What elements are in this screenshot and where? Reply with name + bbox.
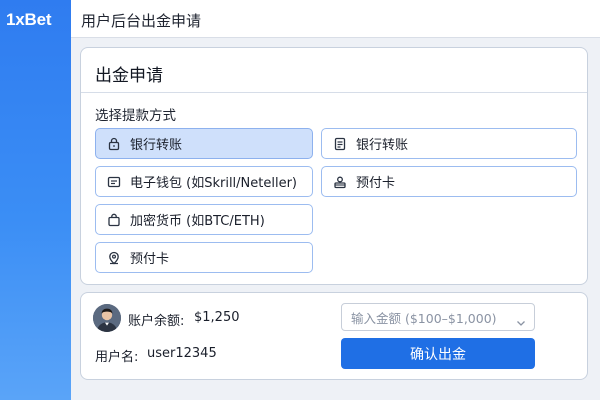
avatar [93,304,121,332]
option-label: 银行转账 [130,138,183,153]
brand-logo[interactable]: 1xBet [6,10,52,30]
card-stack-icon [333,175,347,189]
username-label: 用户名: [95,350,139,365]
balance-value: $1,250 [194,310,240,325]
receipt-icon [333,137,347,151]
method-option-bank-transfer-1[interactable]: 银行转账 [95,128,313,159]
username-value: user12345 [147,346,217,361]
confirm-withdraw-button[interactable]: 确认出金 [341,338,535,369]
method-option-bank-transfer-2[interactable]: 银行转账 [321,128,577,159]
method-option-ewallet[interactable]: 电子钱包 (如Skrill/Neteller) [95,166,313,197]
divider [81,92,587,93]
page-title: 用户后台出金申请 [81,12,202,30]
account-card: 账户余额: $1,250 用户名: user12345 输入金额 ($100–$… [80,292,588,380]
withdraw-card: 出金申请 选择提款方式 银行转账 银行转账 电子钱包 (如Skrill/Nete… [80,47,588,285]
option-label: 银行转账 [356,138,409,153]
lock-icon [107,137,121,151]
amount-select[interactable]: 输入金额 ($100–$1,000) [341,303,535,331]
option-label: 电子钱包 (如Skrill/Neteller) [130,176,298,191]
confirm-button-label: 确认出金 [410,346,466,363]
location-tag-icon [107,251,121,265]
method-option-crypto[interactable]: 加密货币 (如BTC/ETH) [95,204,313,235]
chevron-down-icon [516,313,526,326]
section-label: 选择提款方式 [95,108,176,124]
option-label: 预付卡 [130,252,170,267]
option-label: 预付卡 [356,176,396,191]
top-bar: 用户后台出金申请 [71,0,600,38]
option-label: 加密货币 (如BTC/ETH) [130,214,265,229]
sidebar: 1xBet [0,0,71,400]
wallet-icon [107,175,121,189]
bag-icon [107,213,121,227]
method-option-prepaid-card-1[interactable]: 预付卡 [321,166,577,197]
method-option-prepaid-card-2[interactable]: 预付卡 [95,242,313,273]
amount-placeholder: 输入金额 ($100–$1,000) [351,310,497,326]
balance-label: 账户余额: [128,314,185,329]
card-title: 出金申请 [95,66,163,86]
